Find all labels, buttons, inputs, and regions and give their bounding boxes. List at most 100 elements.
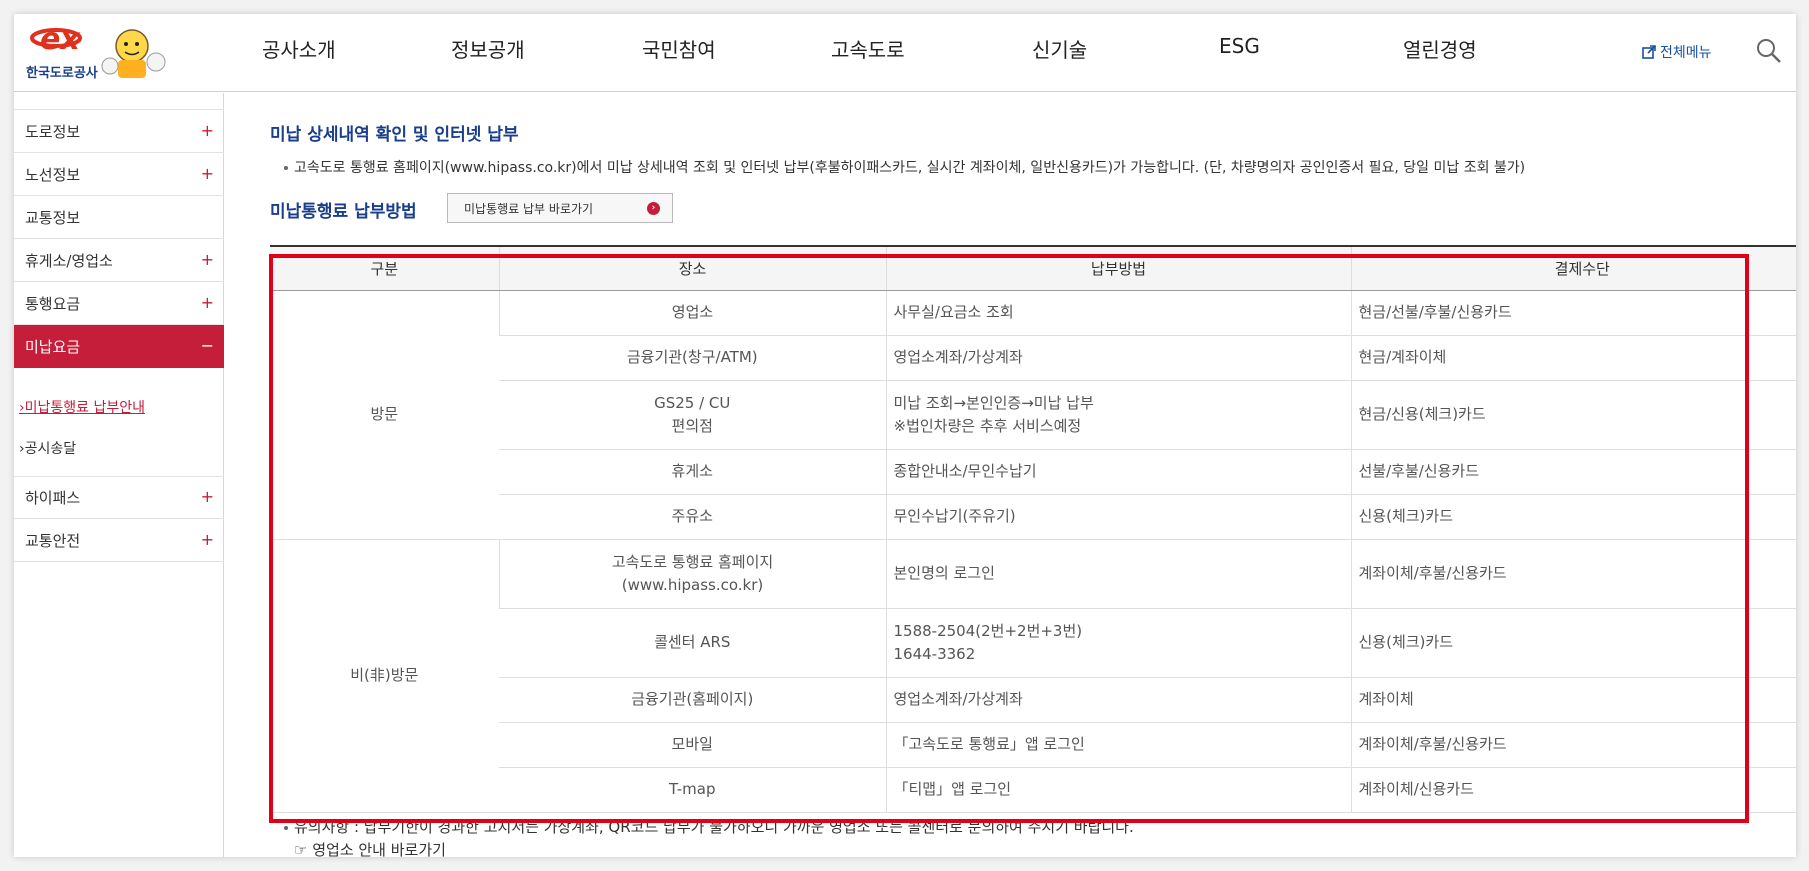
place-cell: GS25 / CU 편의점 — [499, 380, 886, 450]
sidebar-item-label: 미납요금 — [25, 338, 81, 356]
nav-item-management[interactable]: 열린경영 — [1403, 34, 1477, 63]
sidebar-item-road-info[interactable]: 도로정보 + — [14, 110, 224, 153]
method-cell: 본인명의 로그인 — [885, 539, 1351, 609]
table-row: 콜센터 ARS 1588-2504(2번+2번+3번) 1644-3362 신용(… — [270, 608, 1796, 678]
sidebar-item-label: 도로정보 — [25, 122, 81, 141]
table-header: 결제수단 — [1350, 245, 1796, 291]
office-guide-link[interactable]: ☞ 영업소 안내 바로가기 — [294, 839, 446, 857]
payment-cell: 현금/선불/후불/신용카드 — [1350, 290, 1796, 336]
table-header: 구분 — [270, 245, 499, 291]
sidebar: 도로정보 + 노선정보 + 교통정보 휴게소/영업소 + 통행요금 + 미납요금… — [14, 93, 224, 857]
caution-note: 유의사항 : 납부기한이 경과한 고지서는 가상계좌, QR코드 납부가 불가하… — [284, 816, 1134, 837]
nav-item-highway[interactable]: 고속도로 — [831, 34, 905, 63]
sidebar-item-hipass[interactable]: 하이패스 + — [14, 476, 224, 519]
sidebar-subitem-label: 미납통행료 납부안내 — [24, 400, 145, 416]
sidebar-item-route-info[interactable]: 노선정보 + — [14, 153, 224, 196]
place-cell: 콜센터 ARS — [499, 608, 886, 678]
chevron-right-icon: › — [647, 202, 660, 215]
bullet-icon — [284, 166, 288, 170]
logo-text: 한국도로공사 — [26, 66, 98, 81]
ex-logo[interactable]: ex 한국도로공사 — [24, 16, 174, 88]
table-header: 납부방법 — [885, 245, 1351, 291]
sidebar-item-unpaid-toll[interactable]: 미납요금 − — [14, 325, 224, 368]
search-icon[interactable] — [1754, 36, 1784, 66]
payment-methods-table: 구분 장소 납부방법 결제수단 방문 영업소 사무실/요금소 조회 현금/선불/… — [270, 245, 1796, 813]
nav-item-new-tech[interactable]: 신기술 — [1032, 34, 1087, 63]
external-link-icon — [1642, 45, 1656, 59]
place-cell: 고속도로 통행료 홈페이지 (www.hipass.co.kr) — [498, 539, 886, 609]
payment-cell: 신용(체크)카드 — [1350, 494, 1796, 540]
nav-item-disclosure[interactable]: 정보공개 — [451, 34, 525, 63]
main-content: 미납 상세내역 확인 및 인터넷 납부 고속도로 통행료 홈페이지(www.hi… — [254, 93, 1796, 857]
payment-cell: 현금/계좌이체 — [1350, 335, 1796, 381]
method-cell: 「티맵」앱 로그인 — [885, 767, 1351, 813]
sidebar-item-label: 노선정보 — [25, 165, 81, 184]
table-row: 금융기관(홈페이지) 영업소계좌/가상계좌 계좌이체 — [270, 677, 1796, 723]
expand-icon: + — [200, 293, 214, 312]
method-cell: 사무실/요금소 조회 — [885, 290, 1351, 336]
group-cell-non-visit: 비(非)방문 — [270, 539, 499, 813]
sidebar-item-toll[interactable]: 통행요금 + — [14, 282, 224, 325]
sidebar-item-label: 하이패스 — [25, 488, 81, 507]
group-cell-visit: 방문 — [270, 290, 499, 540]
place-cell: 영업소 — [498, 290, 886, 336]
bullet-icon — [284, 825, 288, 830]
sidebar-item-label: 교통정보 — [25, 208, 81, 227]
section-title-payment-methods: 미납통행료 납부방법 — [270, 202, 417, 222]
payment-cell: 계좌이체/후불/신용카드 — [1350, 539, 1796, 609]
payment-cell: 계좌이체/신용카드 — [1350, 767, 1796, 813]
all-menu-label: 전체메뉴 — [1660, 45, 1712, 61]
method-line: ※법인차량은 추후 서비스예정 — [893, 416, 1082, 435]
table-row: 방문 영업소 사무실/요금소 조회 현금/선불/후불/신용카드 — [270, 290, 1796, 540]
sidebar-item-traffic-safety[interactable]: 교통안전 + — [14, 519, 224, 562]
payment-cell: 신용(체크)카드 — [1350, 608, 1796, 678]
method-cell: 미납 조회→본인인증→미납 납부 ※법인차량은 추후 서비스예정 — [885, 380, 1351, 450]
place-cell: 휴게소 — [499, 449, 886, 495]
svg-text:ex: ex — [40, 22, 81, 57]
table-row: 모바일 「고속도로 통행료」앱 로그인 계좌이체/후불/신용카드 — [270, 722, 1796, 768]
table-row: 비(非)방문 고속도로 통행료 홈페이지 (www.hipass.co.kr) 본… — [270, 539, 1796, 813]
nav-item-company[interactable]: 공사소개 — [262, 34, 336, 63]
table-row: 휴게소 종합안내소/무인수납기 선불/후불/신용카드 — [270, 449, 1796, 495]
method-cell: 1588-2504(2번+2번+3번) 1644-3362 — [885, 608, 1351, 678]
sidebar-item-rest-area[interactable]: 휴게소/영업소 + — [14, 239, 224, 282]
method-cell: 「고속도로 통행료」앱 로그인 — [885, 722, 1351, 768]
sidebar-subitem-public-notice[interactable]: ›공시송달 — [19, 438, 76, 458]
table-row: 주유소 무인수납기(주유기) 신용(체크)카드 — [270, 494, 1796, 540]
place-line: 편의점 — [671, 416, 713, 435]
method-cell: 종합안내소/무인수납기 — [885, 449, 1351, 495]
method-cell: 영업소계좌/가상계좌 — [885, 677, 1351, 723]
expand-icon: + — [200, 164, 214, 183]
place-cell: 모바일 — [499, 722, 886, 768]
expand-icon: + — [200, 530, 214, 549]
sidebar-item-label: 통행요금 — [25, 294, 81, 313]
method-line: 1644-3362 — [893, 644, 976, 663]
sidebar-subitem-label: 공시송달 — [24, 441, 77, 457]
table-header: 장소 — [498, 245, 886, 291]
place-cell: T-map — [499, 767, 886, 813]
go-unpaid-payment-button[interactable]: 미납통행료 납부 바로가기 › — [447, 193, 673, 223]
section-title-online-payment: 미납 상세내역 확인 및 인터넷 납부 — [270, 125, 519, 145]
payment-cell: 선불/후불/신용카드 — [1350, 449, 1796, 495]
method-line: 1588-2504(2번+2번+3번) — [893, 621, 1083, 640]
sidebar-item-traffic-info[interactable]: 교통정보 — [14, 196, 224, 239]
sidebar-item-label: 휴게소/영업소 — [25, 251, 113, 270]
place-cell: 주유소 — [499, 494, 886, 540]
all-menu-button[interactable]: 전체메뉴 — [1642, 42, 1712, 62]
payment-cell: 계좌이체/후불/신용카드 — [1350, 722, 1796, 768]
sidebar-subitem-unpaid-guide[interactable]: ›미납통행료 납부안내 — [19, 397, 145, 417]
go-button-label: 미납통행료 납부 바로가기 — [464, 201, 594, 216]
payment-cell: 현금/신용(체크)카드 — [1350, 380, 1796, 450]
place-cell: 금융기관(홈페이지) — [499, 677, 886, 723]
expand-icon: + — [200, 250, 214, 269]
note-text: 고속도로 통행료 홈페이지(www.hipass.co.kr)에서 미납 상세내… — [294, 160, 1526, 176]
expand-icon: + — [200, 121, 214, 140]
caution-text: 유의사항 : 납부기한이 경과한 고지서는 가상계좌, QR코드 납부가 불가하… — [294, 818, 1134, 836]
payment-cell: 계좌이체 — [1350, 677, 1796, 723]
collapse-icon: − — [200, 336, 214, 355]
nav-item-esg[interactable]: ESG — [1219, 34, 1260, 58]
nav-item-participation[interactable]: 국민참여 — [642, 34, 716, 63]
method-line: 미납 조회→본인인증→미납 납부 — [893, 393, 1094, 412]
method-cell: 무인수납기(주유기) — [885, 494, 1351, 540]
table-header-row: 구분 장소 납부방법 결제수단 — [270, 245, 1796, 291]
